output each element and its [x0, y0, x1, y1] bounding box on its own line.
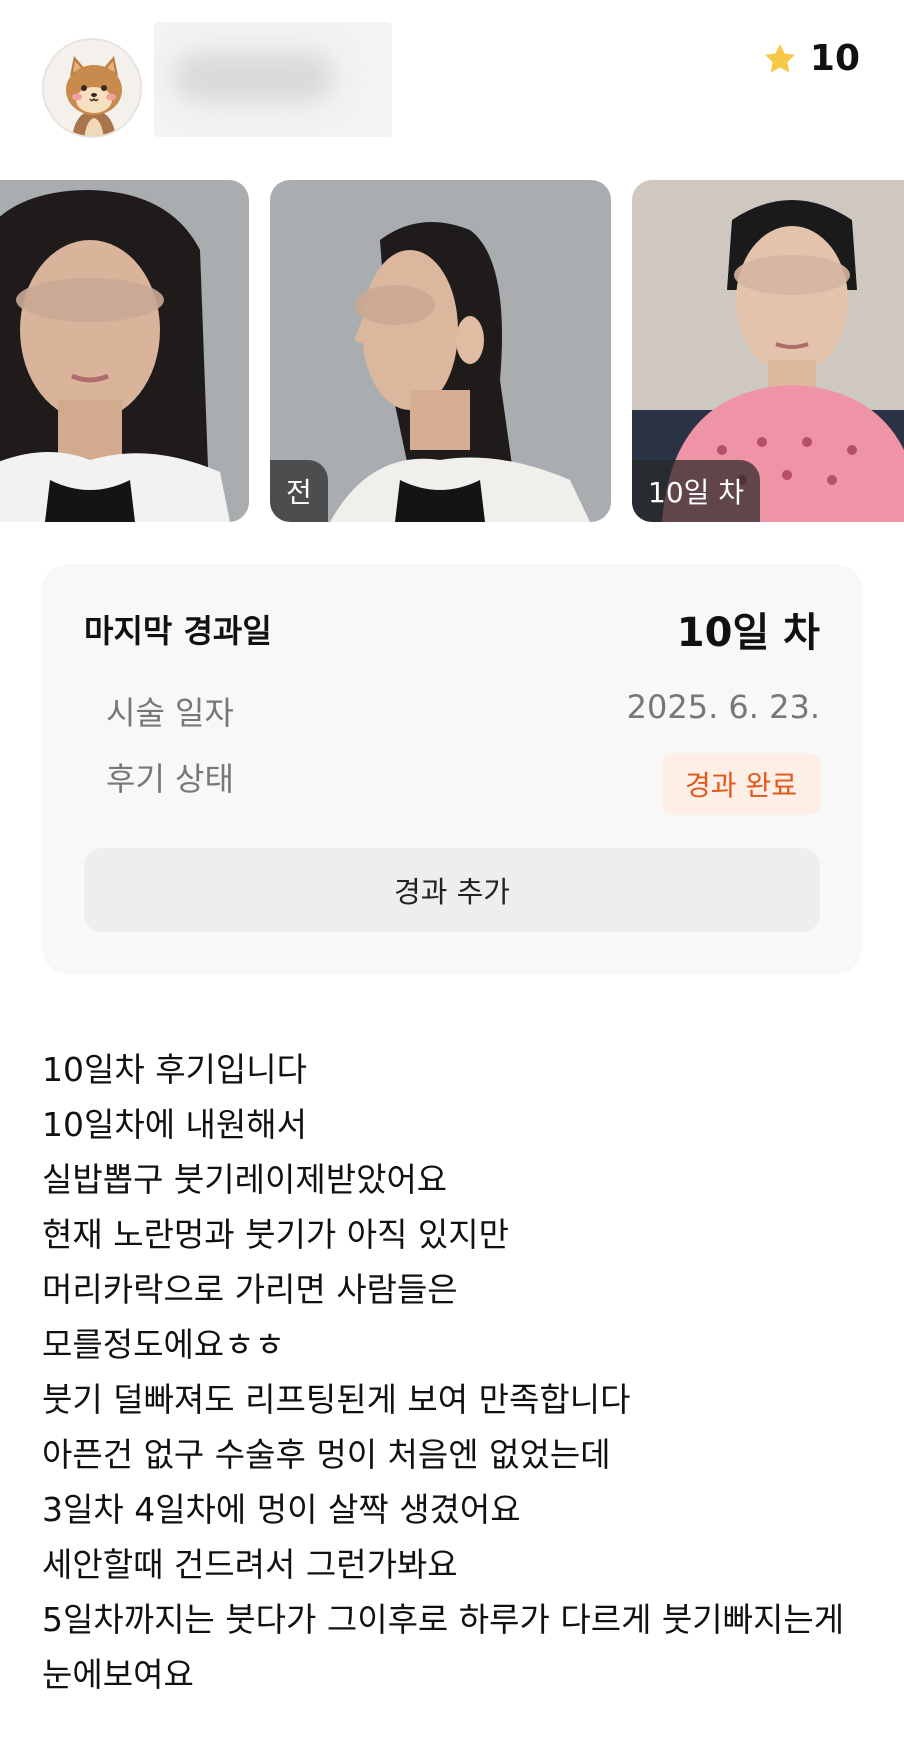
review-photo[interactable]: 10일 차 — [632, 180, 904, 522]
rating: 10 — [764, 38, 860, 79]
add-progress-button[interactable]: 경과 추가 — [84, 848, 820, 932]
progress-summary-card: 마지막 경과일 10일 차 시술 일자 2025. 6. 23. 후기 상태 경… — [42, 564, 862, 974]
review-header: 10 — [0, 0, 904, 170]
review-line: 머리카락으로 가리면 사람들은 — [42, 1270, 458, 1309]
photo-tag-before: 전 — [270, 460, 328, 522]
star-icon — [765, 44, 795, 72]
blurred-username — [154, 22, 392, 137]
review-status-label: 후기 상태 — [106, 760, 234, 798]
review-line: 붓기 덜빠져도 리프팅된게 보여 만족합니다 — [42, 1380, 631, 1419]
review-photo[interactable]: 전 — [270, 180, 611, 522]
review-line: 실밥뽑구 붓기레이제받았어요 — [42, 1160, 448, 1199]
rating-value: 10 — [809, 38, 860, 79]
review-line: 10일차 후기입니다 — [42, 1050, 308, 1089]
last-progress-label: 마지막 경과일 — [84, 612, 272, 650]
photo-tag-day10: 10일 차 — [632, 460, 761, 522]
review-text: 10일차 후기입니다 10일차에 내원해서 실밥뽑구 붓기레이제받았어요 현재 … — [42, 1042, 872, 1702]
review-line: 3일차 4일차에 멍이 살짝 생겼어요 — [42, 1490, 521, 1529]
review-line: 5일차까지는 붓다가 그이후로 하루가 다르게 붓기빠지는게 — [42, 1600, 845, 1639]
review-line: 아픈건 없구 수술후 멍이 처음엔 없었는데 — [42, 1435, 611, 1474]
status-badge: 경과 완료 — [662, 753, 820, 815]
review-line: 세안할때 건드려서 그런가봐요 — [42, 1545, 458, 1584]
photo-carousel[interactable]: 전 10일 차 — [0, 180, 904, 522]
review-line: 10일차에 내원해서 — [42, 1105, 308, 1144]
squirrel-avatar-icon[interactable] — [42, 38, 142, 138]
last-progress-value: 10일 차 — [676, 610, 820, 656]
procedure-date-value: 2025. 6. 23. — [626, 688, 820, 726]
review-line: 눈에보여요 — [42, 1655, 194, 1694]
review-line: 현재 노란멍과 붓기가 아직 있지만 — [42, 1215, 509, 1254]
review-photo[interactable] — [0, 180, 249, 522]
review-line: 모를정도에요ㅎㅎ — [42, 1325, 285, 1364]
procedure-date-label: 시술 일자 — [106, 694, 234, 732]
